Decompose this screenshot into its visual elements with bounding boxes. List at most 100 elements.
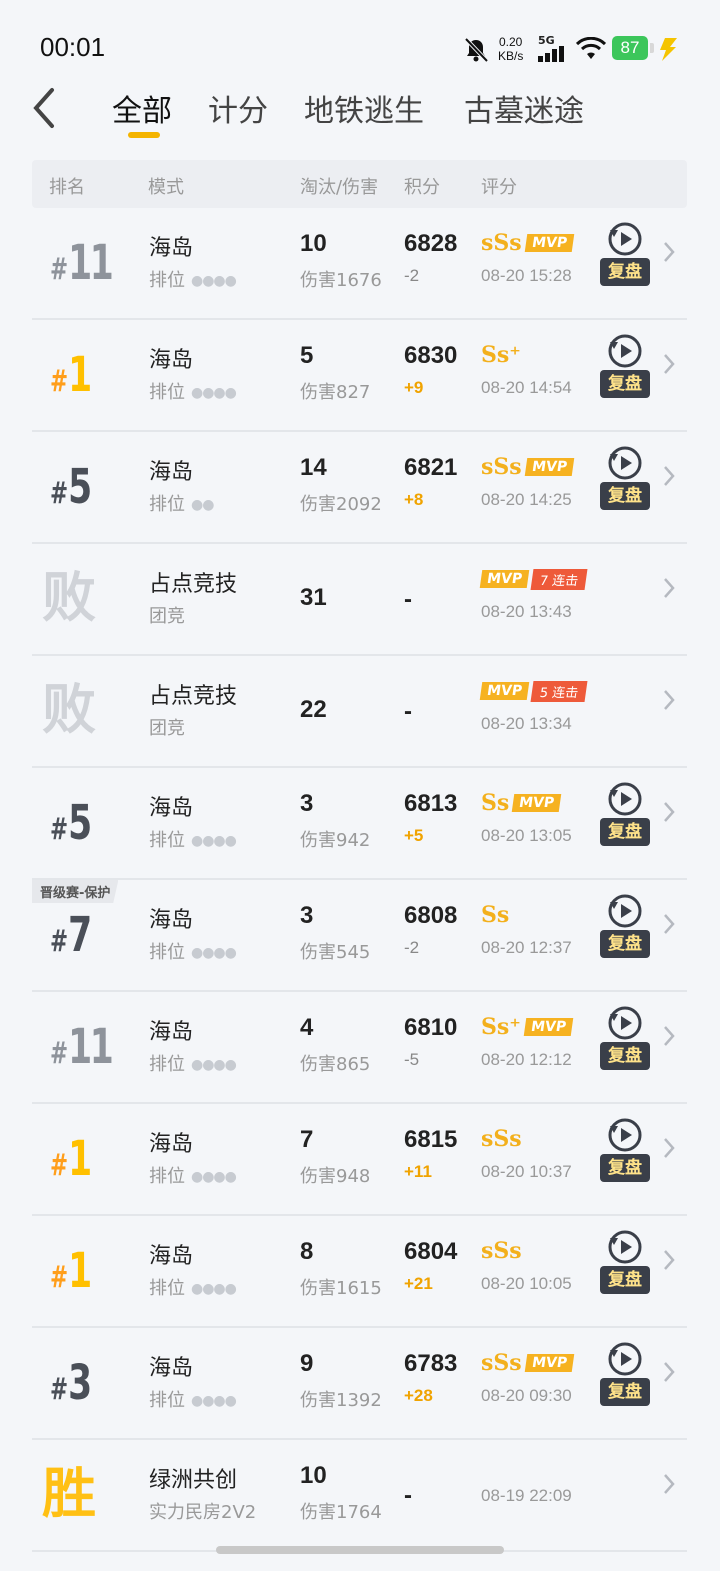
network-type: 5G bbox=[538, 34, 555, 47]
kill-count: 5 bbox=[300, 342, 314, 369]
chevron-right-icon[interactable] bbox=[662, 240, 676, 264]
mode-name: 绿洲共创 bbox=[149, 1468, 238, 1493]
result-loss: 败 bbox=[42, 678, 96, 741]
match-row[interactable]: #5 海岛 排位 ●●●● 3 伤害942 6813 +5 Ss MVP 08-20 13:05 复盘 bbox=[32, 768, 687, 880]
header-score: 积分 bbox=[404, 177, 440, 198]
rank-number: #3 bbox=[50, 1358, 92, 1415]
chevron-right-icon[interactable] bbox=[662, 1136, 676, 1160]
table-header: 排名 模式 淘汰/伤害 积分 评分 bbox=[32, 160, 687, 208]
chevron-right-icon[interactable] bbox=[662, 912, 676, 936]
kill-count: 14 bbox=[300, 454, 327, 481]
replay-button[interactable]: 复盘 bbox=[600, 220, 652, 292]
kill-count: 10 bbox=[300, 230, 327, 257]
score-delta: +28 bbox=[404, 1386, 433, 1405]
rating-badges: Ss MVP bbox=[481, 790, 562, 816]
rank-number: #1 bbox=[50, 350, 92, 407]
score-value: 6828 bbox=[404, 230, 458, 257]
tab-all[interactable]: 全部 bbox=[112, 86, 172, 130]
match-row[interactable]: #1 海岛 排位 ●●●● 5 伤害827 6830 +9 Ss⁺ 08-20 14:54 复盘 bbox=[32, 320, 687, 432]
match-row[interactable]: 败 占点竞技 团竞 22 - MVP 5 连击 08-20 13:34 bbox=[32, 656, 687, 768]
squad-size-icon: ●●●● bbox=[191, 1169, 237, 1185]
mode-sub: 排位 ●●●● bbox=[149, 266, 237, 292]
chevron-right-icon[interactable] bbox=[662, 1360, 676, 1384]
chevron-right-icon[interactable] bbox=[662, 576, 676, 600]
score-delta: +11 bbox=[404, 1162, 432, 1181]
match-row[interactable]: 败 占点竞技 团竞 31 - MVP 7 连击 08-20 13:43 bbox=[32, 544, 687, 656]
match-row[interactable]: 晋级赛-保护 #7 海岛 排位 ●●●● 3 伤害545 6808 -2 Ss 08-20 12:3… bbox=[32, 880, 687, 992]
network-speed-value: 0.20 bbox=[498, 35, 523, 49]
replay-button[interactable]: 复盘 bbox=[600, 1228, 652, 1300]
back-arrow-icon[interactable] bbox=[28, 86, 68, 130]
replay-button[interactable]: 复盘 bbox=[600, 1340, 652, 1412]
home-indicator[interactable] bbox=[216, 1546, 504, 1554]
mode-name: 海岛 bbox=[149, 460, 194, 485]
replay-icon bbox=[608, 1342, 642, 1376]
rank-hash: # bbox=[50, 364, 69, 399]
score-delta: -2 bbox=[404, 938, 420, 957]
grade-label: sSs bbox=[481, 1350, 522, 1376]
mvp-badge: MVP bbox=[523, 1018, 574, 1036]
match-date: 08-20 12:37 bbox=[481, 938, 572, 957]
replay-button[interactable]: 复盘 bbox=[600, 892, 652, 964]
damage-value: 伤害2092 bbox=[300, 494, 382, 515]
replay-icon bbox=[608, 1118, 642, 1152]
mode-sub-label: 排位 bbox=[149, 942, 185, 963]
match-row[interactable]: #1 海岛 排位 ●●●● 8 伤害1615 6804 +21 sSs 08-20 10:05 复盘 bbox=[32, 1216, 687, 1328]
rating-badges: sSs MVP bbox=[481, 1350, 574, 1376]
replay-icon bbox=[608, 1230, 642, 1264]
mvp-badge: MVP bbox=[524, 1354, 574, 1372]
streak-badge: 7 连击 bbox=[530, 568, 588, 590]
kill-count: 22 bbox=[300, 696, 327, 723]
match-date: 08-20 13:34 bbox=[481, 714, 572, 733]
kill-count: 4 bbox=[300, 1014, 314, 1041]
grade-label: Ss bbox=[481, 902, 510, 928]
score-value: - bbox=[404, 698, 412, 725]
network-speed: 0.20 KB/s bbox=[498, 35, 523, 63]
mode-sub-label: 排位 bbox=[149, 382, 185, 403]
status-time: 00:01 bbox=[40, 32, 106, 62]
match-row[interactable]: #1 海岛 排位 ●●●● 7 伤害948 6815 +11 sSs 08-20 10:37 复盘 bbox=[32, 1104, 687, 1216]
grade-label: sSs bbox=[481, 1238, 522, 1264]
score-value: 6808 bbox=[404, 902, 458, 929]
rank-hash: # bbox=[50, 1372, 69, 1407]
match-date: 08-20 12:12 bbox=[481, 1050, 572, 1069]
replay-label: 复盘 bbox=[600, 1154, 650, 1182]
damage-value: 伤害1615 bbox=[300, 1278, 382, 1299]
damage-value: 伤害1392 bbox=[300, 1390, 382, 1411]
replay-button[interactable]: 复盘 bbox=[600, 444, 652, 516]
replay-button[interactable]: 复盘 bbox=[600, 1116, 652, 1188]
replay-icon bbox=[608, 782, 642, 816]
chevron-right-icon[interactable] bbox=[662, 1248, 676, 1272]
mode-sub-label: 排位 bbox=[149, 1278, 185, 1299]
chevron-right-icon[interactable] bbox=[662, 1024, 676, 1048]
tab-score[interactable]: 计分 bbox=[208, 86, 268, 130]
rank-value: 1 bbox=[68, 1243, 92, 1299]
rank-hash: # bbox=[50, 1036, 69, 1071]
match-row[interactable]: #11 海岛 排位 ●●●● 4 伤害865 6810 -5 Ss⁺ MVP 08-20 12:12… bbox=[32, 992, 687, 1104]
mode-sub-label: 排位 bbox=[149, 270, 185, 291]
chevron-right-icon[interactable] bbox=[662, 1472, 676, 1496]
mode-name: 海岛 bbox=[149, 1020, 194, 1045]
chevron-right-icon[interactable] bbox=[662, 464, 676, 488]
chevron-right-icon[interactable] bbox=[662, 800, 676, 824]
chevron-right-icon[interactable] bbox=[662, 688, 676, 712]
score-delta: +8 bbox=[404, 490, 424, 509]
tab-tomb[interactable]: 古墓迷途 bbox=[464, 86, 584, 130]
match-row[interactable]: 胜 绿洲共创 实力民房2V2 10 伤害1764 - 08-19 22:09 bbox=[32, 1440, 687, 1552]
mode-name: 占点竞技 bbox=[149, 684, 238, 709]
mode-name: 海岛 bbox=[149, 1244, 194, 1269]
status-bar: 00:01 0.20 KB/s 5G 87 bbox=[0, 0, 720, 90]
match-date: 08-20 10:37 bbox=[481, 1162, 572, 1181]
promotion-badge: 晋级赛-保护 bbox=[32, 880, 119, 903]
replay-label: 复盘 bbox=[600, 258, 650, 286]
match-row[interactable]: #11 海岛 排位 ●●●● 10 伤害1676 6828 -2 sSs MVP 08-20 15:… bbox=[32, 208, 687, 320]
replay-button[interactable]: 复盘 bbox=[600, 780, 652, 852]
mute-bell-icon bbox=[464, 37, 489, 63]
replay-button[interactable]: 复盘 bbox=[600, 1004, 652, 1076]
match-row[interactable]: #3 海岛 排位 ●●●● 9 伤害1392 6783 +28 sSs MVP 08-20 09:3… bbox=[32, 1328, 687, 1440]
tab-subway-escape[interactable]: 地铁逃生 bbox=[304, 86, 424, 130]
replay-button[interactable]: 复盘 bbox=[600, 332, 652, 404]
chevron-right-icon[interactable] bbox=[662, 352, 676, 376]
match-date: 08-20 10:05 bbox=[481, 1274, 572, 1293]
match-row[interactable]: #5 海岛 排位 ●● 14 伤害2092 6821 +8 sSs MVP 08-20 14:25 复… bbox=[32, 432, 687, 544]
